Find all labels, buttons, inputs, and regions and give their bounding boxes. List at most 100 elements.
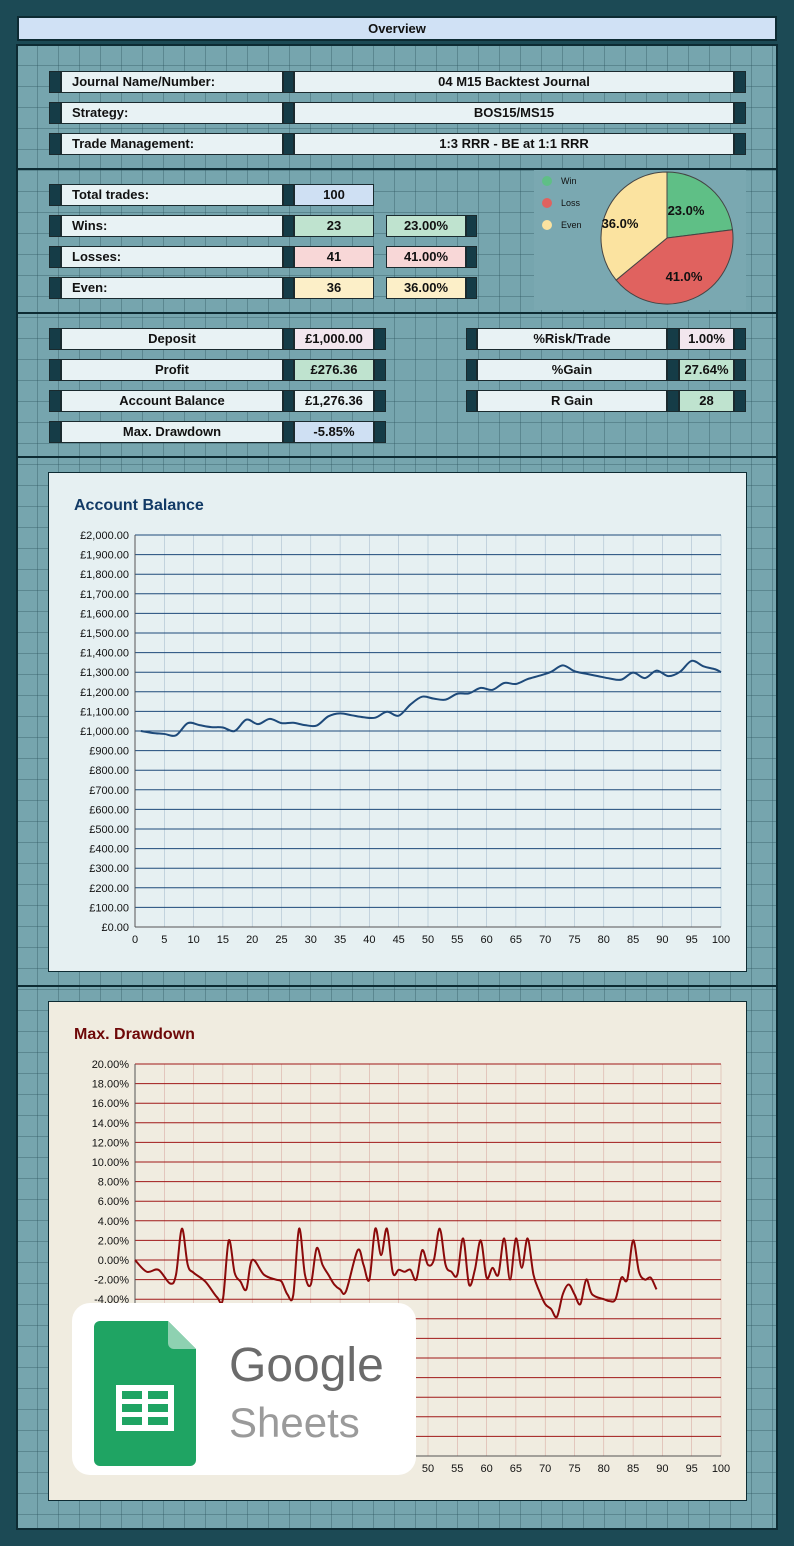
x-tick-label: 55 xyxy=(451,934,463,946)
x-tick-label: 85 xyxy=(627,934,639,946)
y-tick-label: £400.00 xyxy=(89,844,129,856)
dashboard-frame: Overview Journal Name/Number: 04 M15 Bac… xyxy=(0,0,794,1546)
deposit-label: Deposit xyxy=(61,328,283,350)
y-tick-label: 18.00% xyxy=(92,1079,130,1091)
r-gain-label: R Gain xyxy=(477,390,667,412)
profit-value: £276.36 xyxy=(294,359,374,381)
losses-value: 41 xyxy=(294,246,374,268)
y-tick-label: £1,000.00 xyxy=(80,726,129,738)
y-tick-label: 6.00% xyxy=(98,1196,129,1208)
y-tick-label: 16.00% xyxy=(92,1098,130,1110)
y-tick-label: 12.00% xyxy=(92,1137,130,1149)
y-tick-label: 0.00% xyxy=(98,1255,129,1267)
gain-value: 27.64% xyxy=(679,359,734,381)
y-tick-label: £1,300.00 xyxy=(80,667,129,679)
even-value: 36 xyxy=(294,277,374,299)
even-percent: 36.00% xyxy=(386,277,466,299)
y-tick-label: £1,500.00 xyxy=(80,628,129,640)
x-tick-label: 20 xyxy=(246,934,258,946)
x-tick-label: 95 xyxy=(686,934,698,946)
x-tick-label: 90 xyxy=(656,1463,668,1475)
x-tick-label: 95 xyxy=(686,1463,698,1475)
gain-label: %Gain xyxy=(477,359,667,381)
y-tick-label: £1,800.00 xyxy=(80,569,129,581)
pie-label-loss: 41.0% xyxy=(666,269,703,284)
x-tick-label: 60 xyxy=(480,1463,492,1475)
even-label: Even: xyxy=(61,277,283,299)
y-tick-label: £1,100.00 xyxy=(80,706,129,718)
x-tick-label: 75 xyxy=(568,1463,580,1475)
strategy-label: Strategy: xyxy=(61,102,283,124)
profit-label: Profit xyxy=(61,359,283,381)
x-tick-label: 65 xyxy=(510,934,522,946)
x-tick-label: 90 xyxy=(656,934,668,946)
legend-loss-label: Loss xyxy=(561,198,581,208)
y-tick-label: 8.00% xyxy=(98,1177,129,1189)
y-tick-label: 4.00% xyxy=(98,1216,129,1228)
overview-header: Overview xyxy=(17,16,777,41)
y-tick-label: £300.00 xyxy=(89,863,129,875)
y-tick-label: £0.00 xyxy=(101,922,129,934)
x-tick-label: 35 xyxy=(334,934,346,946)
logo-sheets-text: Sheets xyxy=(229,1399,360,1446)
deposit-value[interactable]: £1,000.00 xyxy=(294,328,374,350)
r-gain-value: 28 xyxy=(679,390,734,412)
y-tick-label: £2,000.00 xyxy=(80,530,129,542)
legend-loss-swatch xyxy=(542,198,552,208)
y-tick-label: £100.00 xyxy=(89,902,129,914)
legend-win-label: Win xyxy=(561,176,577,186)
x-tick-label: 10 xyxy=(187,934,199,946)
losses-label: Losses: xyxy=(61,246,283,268)
legend-win-swatch xyxy=(542,176,552,186)
wins-value: 23 xyxy=(294,215,374,237)
y-tick-label: £200.00 xyxy=(89,883,129,895)
x-tick-label: 70 xyxy=(539,1463,551,1475)
x-tick-label: 70 xyxy=(539,934,551,946)
x-tick-label: 80 xyxy=(598,934,610,946)
x-tick-label: 15 xyxy=(217,934,229,946)
y-tick-label: £800.00 xyxy=(89,765,129,777)
journal-name-label: Journal Name/Number: xyxy=(61,71,283,93)
strategy-value[interactable]: BOS15/MS15 xyxy=(294,102,734,124)
wins-label: Wins: xyxy=(61,215,283,237)
pie-label-even: 36.0% xyxy=(602,216,639,231)
risk-per-trade-value[interactable]: 1.00% xyxy=(679,328,734,350)
y-tick-label: -2.00% xyxy=(94,1275,129,1287)
x-tick-label: 5 xyxy=(161,934,167,946)
journal-name-value[interactable]: 04 M15 Backtest Journal xyxy=(294,71,734,93)
account-balance-chart: Account Balance £0.00 £100.00 £200.00 £300.… xyxy=(48,472,747,972)
pie-chart-panel: Win Loss Even 23.0% 41.0% 36.0% xyxy=(534,170,746,310)
logo-google-text: Google xyxy=(229,1339,384,1392)
y-tick-label: £1,400.00 xyxy=(80,648,129,660)
total-trades-value: 100 xyxy=(294,184,374,206)
y-tick-label: 2.00% xyxy=(98,1235,129,1247)
losses-percent: 41.00% xyxy=(386,246,466,268)
max-drawdown-label: Max. Drawdown xyxy=(61,421,283,443)
sheets-icon: Google Sheets xyxy=(94,1321,384,1466)
x-tick-label: 55 xyxy=(451,1463,463,1475)
pie-chart: Win Loss Even 23.0% 41.0% 36.0% xyxy=(542,171,734,305)
account-balance-plot: £0.00 £100.00 £200.00 £300.00 £400.00 £500.00… xyxy=(80,530,730,946)
max-drawdown-value: -5.85% xyxy=(294,421,374,443)
y-tick-label: £1,600.00 xyxy=(80,608,129,620)
x-tick-label: 60 xyxy=(480,934,492,946)
x-tick-label: 75 xyxy=(568,934,580,946)
x-tick-label: 65 xyxy=(510,1463,522,1475)
legend-even-swatch xyxy=(542,220,552,230)
x-tick-label: 50 xyxy=(422,1463,434,1475)
x-tick-label: 100 xyxy=(712,1463,730,1475)
y-tick-label: £500.00 xyxy=(89,824,129,836)
y-tick-label: 14.00% xyxy=(92,1118,130,1130)
y-tick-label: 20.00% xyxy=(92,1059,130,1071)
wins-percent: 23.00% xyxy=(386,215,466,237)
y-tick-label: £1,700.00 xyxy=(80,589,129,601)
y-tick-label: £700.00 xyxy=(89,785,129,797)
x-tick-label: 85 xyxy=(627,1463,639,1475)
account-balance-value: £1,276.36 xyxy=(294,390,374,412)
trade-management-value[interactable]: 1:3 RRR - BE at 1:1 RRR xyxy=(294,133,734,155)
x-tick-label: 45 xyxy=(393,934,405,946)
google-sheets-logo: Google Sheets xyxy=(72,1303,416,1475)
risk-per-trade-label: %Risk/Trade xyxy=(477,328,667,350)
total-trades-label: Total trades: xyxy=(61,184,283,206)
x-tick-label: 25 xyxy=(275,934,287,946)
